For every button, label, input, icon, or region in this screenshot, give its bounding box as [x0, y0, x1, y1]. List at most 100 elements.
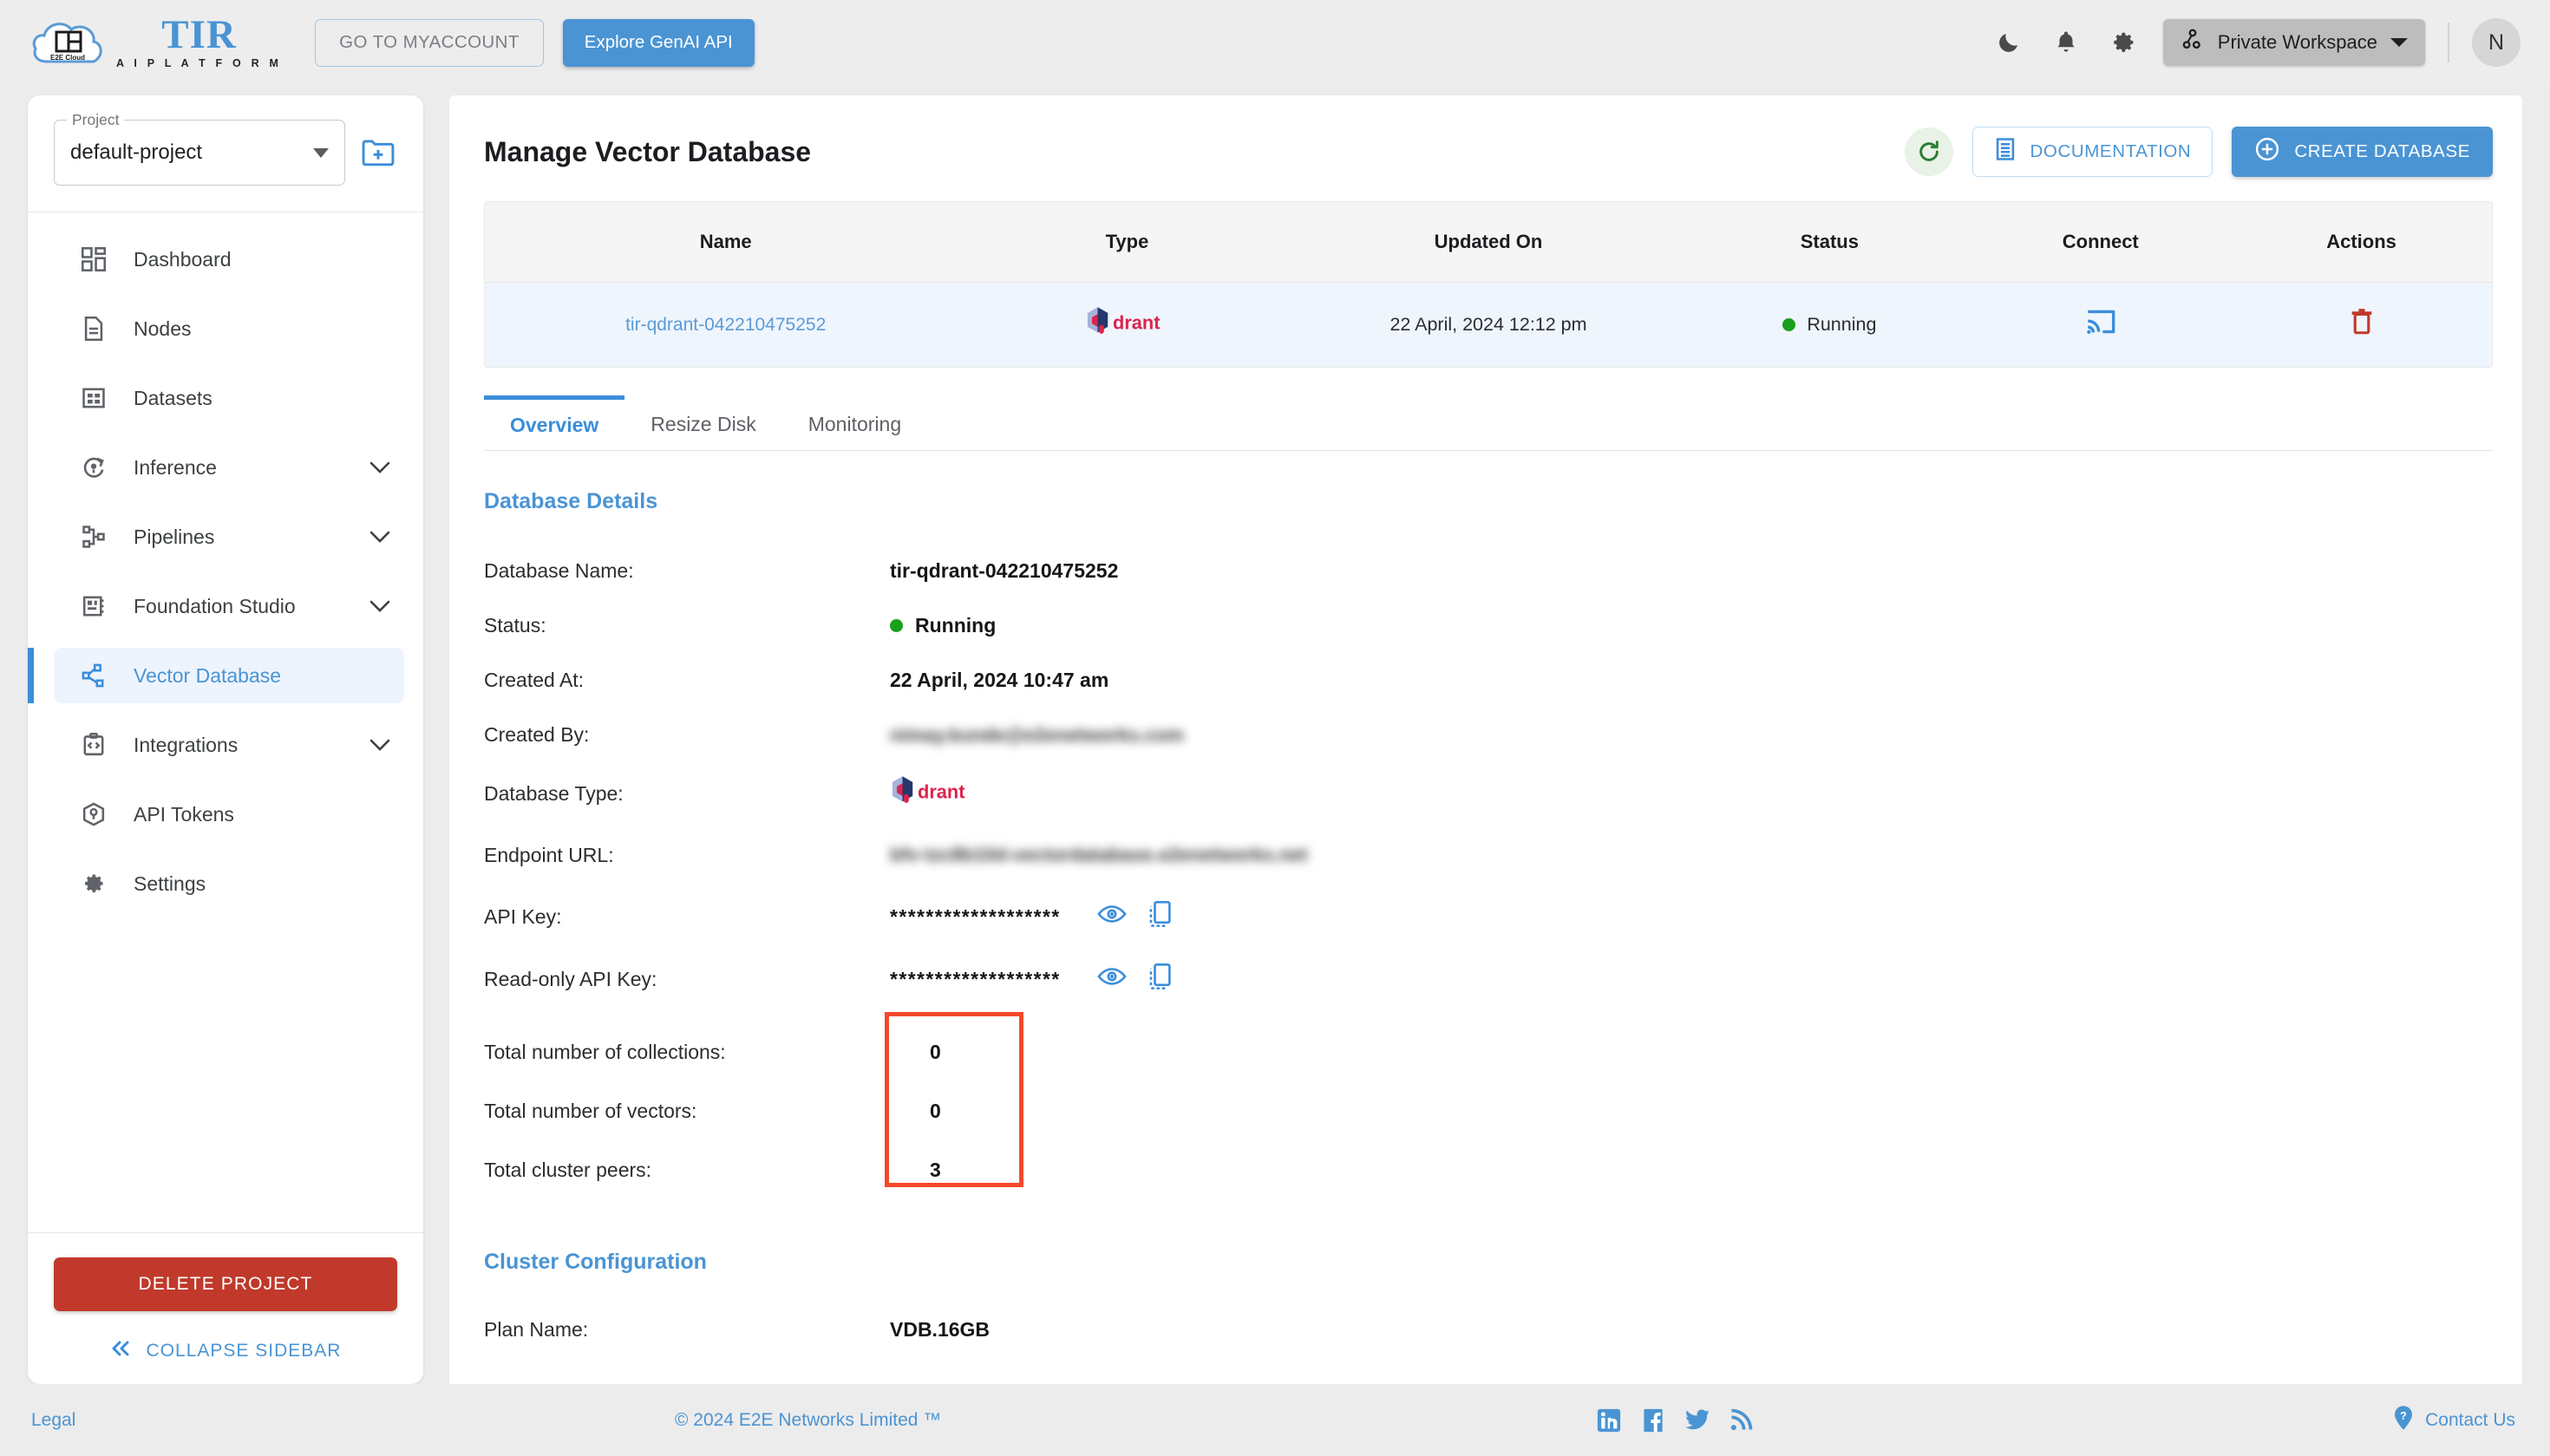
copy-icon[interactable] — [1149, 900, 1172, 933]
vector-db-table: Name Type Updated On Status Connect Acti… — [485, 202, 2492, 367]
project-select[interactable]: Project default-project — [54, 111, 345, 186]
eye-icon[interactable] — [1097, 966, 1127, 992]
sidebar-item-api-tokens[interactable]: API Tokens — [54, 787, 404, 842]
sidebar-item-label: Pipelines — [134, 525, 215, 548]
tab-overview[interactable]: Overview — [484, 395, 625, 451]
sidebar-item-label: Integrations — [134, 733, 239, 756]
topbar-divider — [2448, 23, 2449, 62]
stats-highlight-group: Total number of collections: 0 Total num… — [484, 1012, 2488, 1199]
database-name-link[interactable]: tir-qdrant-042210475252 — [625, 315, 826, 335]
trash-icon[interactable] — [2349, 307, 2375, 336]
gear-icon[interactable] — [2106, 25, 2141, 60]
th-name: Name — [485, 202, 967, 283]
sidebar-item-label: Inference — [134, 455, 217, 479]
refresh-icon[interactable] — [1904, 127, 1953, 176]
eye-icon[interactable] — [1097, 904, 1127, 930]
page-footer: Legal © 2024 E2E Networks Limited ™ ? Co… — [0, 1384, 2550, 1456]
sidebar-item-settings[interactable]: Settings — [54, 856, 404, 911]
sidebar-item-label: API Tokens — [134, 802, 234, 826]
moon-icon[interactable] — [1991, 25, 2026, 60]
sidebar-item-pipelines[interactable]: Pipelines — [54, 509, 404, 565]
facebook-icon[interactable] — [1640, 1407, 1666, 1433]
rss-icon[interactable] — [1729, 1408, 1753, 1433]
inference-icon — [76, 455, 111, 480]
field-created-at: Created At: 22 April, 2024 10:47 am — [484, 653, 2488, 708]
readonly-api-key-masked-value: ******************* — [890, 967, 1061, 990]
explore-genai-api-button[interactable]: Explore GenAI API — [562, 18, 755, 67]
field-readonly-api-key: Read-only API Key: ******************* — [484, 948, 2488, 1010]
sidebar-item-label: Nodes — [134, 317, 192, 340]
status-label: Running — [915, 614, 997, 637]
cell-name: tir-qdrant-042210475252 — [485, 282, 967, 367]
api-key-actions — [1097, 900, 1172, 933]
cast-connect-icon[interactable] — [2084, 307, 2117, 336]
field-endpoint-url: Endpoint URL: bfv-tzc8b10d-vectordatabas… — [484, 825, 2488, 885]
cell-connect — [1970, 282, 2232, 367]
field-label: Created At: — [484, 669, 585, 691]
chevron-down-icon — [313, 147, 329, 158]
field-api-key: API Key: ******************* — [484, 885, 2488, 948]
workspace-selector[interactable]: Private Workspace — [2162, 19, 2425, 66]
avatar[interactable]: N — [2472, 18, 2521, 67]
workspace-label: Private Workspace — [2217, 31, 2377, 53]
linkedin-icon[interactable] — [1596, 1407, 1622, 1433]
table-row: tir-qdrant-042210475252 drant 22 April, … — [485, 282, 2492, 367]
sidebar-item-foundation-studio[interactable]: Foundation Studio — [54, 578, 404, 634]
api-key-masked-value: ******************* — [890, 904, 1061, 928]
th-updated-on: Updated On — [1287, 202, 1690, 283]
sidebar-item-nodes[interactable]: Nodes — [54, 301, 404, 356]
field-total-vectors: Total number of vectors: 0 — [484, 1081, 2488, 1140]
sidebar-item-inference[interactable]: Inference — [54, 440, 404, 495]
sidebar-nav: Dashboard Nodes Datasets Inference Pipel… — [28, 212, 423, 1232]
table-body: tir-qdrant-042210475252 drant 22 April, … — [485, 282, 2492, 367]
field-value: 22 April, 2024 10:47 am — [890, 669, 1109, 691]
sidebar-item-label: Dashboard — [134, 247, 232, 271]
cell-status: Running — [1689, 282, 1971, 367]
new-project-folder-icon[interactable] — [359, 135, 397, 170]
table-header-row: Name Type Updated On Status Connect Acti… — [485, 202, 2492, 283]
dashboard-icon — [76, 247, 111, 271]
sidebar-item-dashboard[interactable]: Dashboard — [54, 232, 404, 287]
token-icon — [76, 802, 111, 826]
twitter-icon[interactable] — [1684, 1408, 1710, 1433]
field-status: Status: Running — [484, 598, 2488, 653]
sidebar-item-integrations[interactable]: Integrations — [54, 717, 404, 773]
copy-icon[interactable] — [1149, 963, 1172, 996]
go-to-myaccount-button[interactable]: GO TO MYACCOUNT — [315, 18, 544, 67]
field-database-name: Database Name: tir-qdrant-042210475252 — [484, 544, 2488, 598]
tir-logo[interactable]: E2E Cloud TIR A I P L A T F O R M — [29, 13, 282, 72]
bell-icon[interactable] — [2049, 25, 2083, 60]
contact-us-label: Contact Us — [2425, 1409, 2515, 1430]
contact-us-button[interactable]: ? Contact Us — [2392, 1405, 2515, 1436]
studio-icon — [76, 594, 111, 618]
sidebar-item-datasets[interactable]: Datasets — [54, 370, 404, 426]
project-value: default-project — [70, 140, 203, 164]
field-value: 0 — [930, 1099, 941, 1122]
field-value: tir-qdrant-042210475252 — [890, 559, 1119, 582]
status-dot-icon — [890, 619, 903, 632]
field-value: 3 — [930, 1158, 941, 1181]
e2e-cloud-logo-icon: E2E Cloud — [29, 13, 106, 72]
th-type: Type — [966, 202, 1288, 283]
page-title: Manage Vector Database — [484, 135, 812, 167]
tab-monitoring[interactable]: Monitoring — [782, 413, 927, 450]
project-legend: Project — [67, 111, 125, 129]
workspace-icon — [2180, 27, 2206, 58]
documentation-button[interactable]: DOCUMENTATION — [1971, 127, 2213, 177]
legal-link[interactable]: Legal — [31, 1410, 75, 1431]
settings-gear-icon — [76, 872, 111, 896]
delete-project-button[interactable]: DELETE PROJECT — [54, 1257, 397, 1311]
collapse-sidebar-button[interactable]: COLLAPSE SIDEBAR — [54, 1341, 397, 1361]
chevron-down-icon — [369, 526, 390, 549]
create-database-button[interactable]: CREATE DATABASE — [2232, 127, 2493, 177]
tab-bar: Overview Resize Disk Monitoring — [484, 395, 2493, 451]
tab-resize-disk[interactable]: Resize Disk — [624, 413, 781, 450]
document-icon — [76, 317, 111, 341]
field-plan-name: Plan Name: VDB.16GB — [484, 1303, 2488, 1357]
sidebar-item-vector-database[interactable]: Vector Database — [28, 648, 404, 703]
plus-circle-icon — [2254, 136, 2280, 167]
